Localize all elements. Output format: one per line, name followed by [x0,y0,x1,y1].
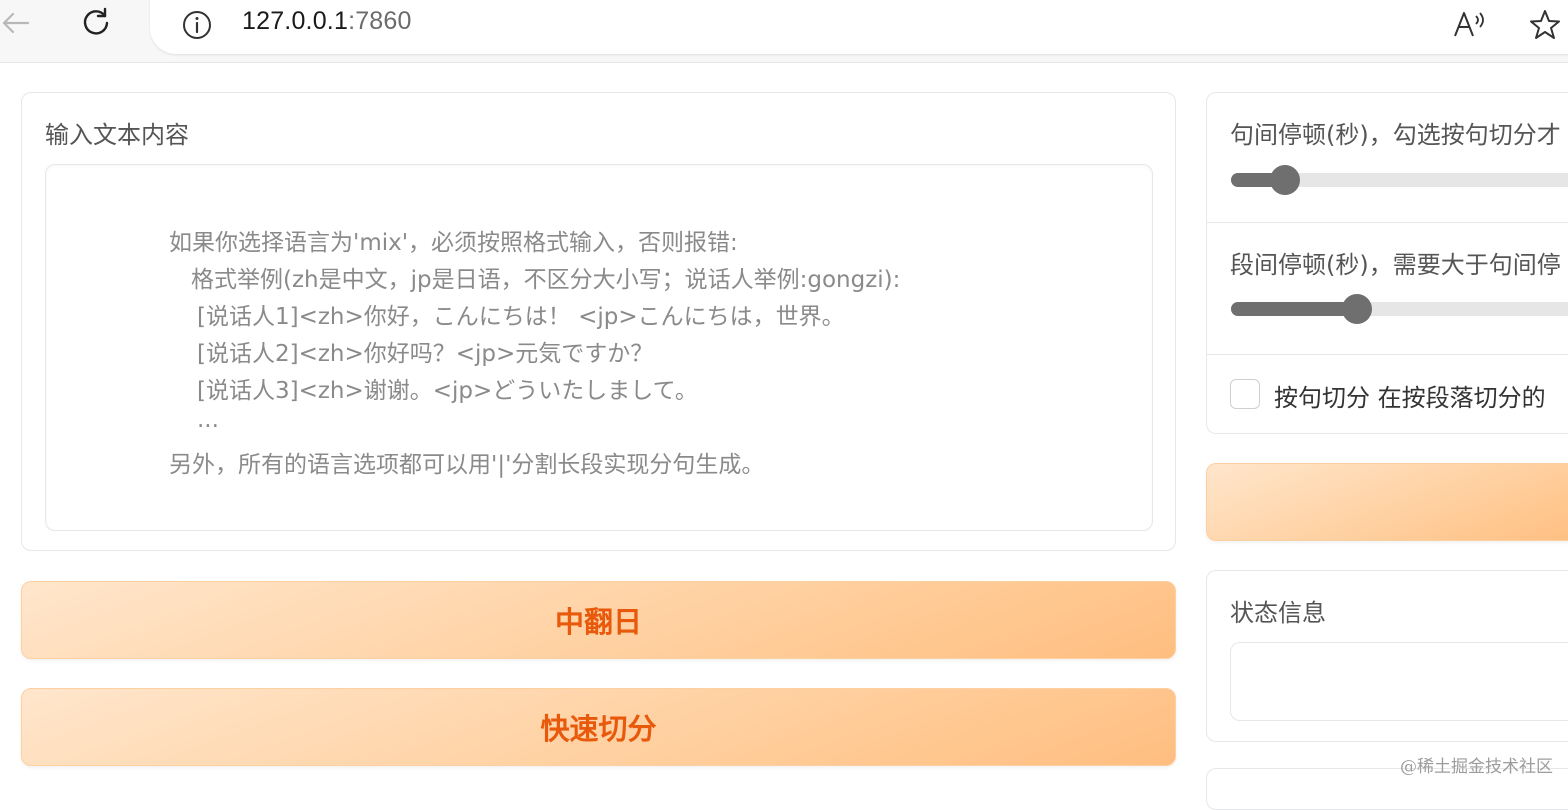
paragraph-pause-slider-fill [1231,302,1357,316]
text-input-label: 输入文本内容 [45,121,189,149]
read-aloud-icon[interactable] [1450,8,1488,42]
split-by-sentence-checkbox[interactable] [1230,379,1260,409]
text-input-area[interactable]: 如果你选择语言为'mix'，必须按照格式输入，否则报错: 格式举例(zh是中文，… [45,164,1153,531]
divider [1207,222,1568,223]
status-card: 状态信息 [1206,570,1568,742]
generate-button[interactable] [1206,463,1568,541]
placeholder-line: 格式举例(zh是中文，jp是日语，不区分大小写；说话人举例:gongzi): [191,267,901,293]
watermark: @稀土掘金技术社区 [1400,757,1553,777]
placeholder-line: [说话人1]<zh>你好，こんにちは！ <jp>こんにちは，世界。 [197,304,845,330]
placeholder-line: ... [197,407,219,433]
paragraph-pause-label: 段间停顿(秒)，需要大于句间停 [1230,251,1561,279]
url-host: 127.0.0.1 [242,7,349,35]
placeholder-line: [说话人3]<zh>谢谢。<jp>どういたしまして。 [197,378,698,404]
url-text[interactable]: 127.0.0.1:7860 [242,7,412,36]
pause-settings-card: 句间停顿(秒)，勾选按句切分才 段间停顿(秒)，需要大于句间停 按句切分 在按段… [1206,92,1568,434]
sentence-pause-slider-thumb[interactable] [1270,165,1300,195]
reload-icon[interactable] [77,4,115,42]
info-icon[interactable] [180,8,214,42]
placeholder-line: [说话人2]<zh>你好吗？<jp>元気ですか？ [197,341,654,367]
placeholder-line: 另外，所有的语言选项都可以用'|'分割长段实现分句生成。 [169,452,765,478]
sentence-pause-label: 句间停顿(秒)，勾选按句切分才 [1230,121,1561,149]
split-by-sentence-label: 按句切分 在按段落切分的 [1274,384,1546,412]
quick-split-button[interactable]: 快速切分 [21,688,1176,766]
browser-toolbar: 127.0.0.1:7860 [0,0,1568,63]
url-port: :7860 [348,7,412,35]
paragraph-pause-slider[interactable] [1231,302,1568,316]
status-label: 状态信息 [1230,599,1326,627]
favorite-star-icon[interactable] [1527,7,1563,43]
status-output[interactable] [1230,642,1568,721]
translate-zh-to-jp-button[interactable]: 中翻日 [21,581,1176,659]
divider [1207,354,1568,355]
placeholder-line: 如果你选择语言为'mix'，必须按照格式输入，否则报错: [169,230,738,256]
back-icon[interactable] [0,4,36,42]
paragraph-pause-slider-thumb[interactable] [1342,294,1372,324]
